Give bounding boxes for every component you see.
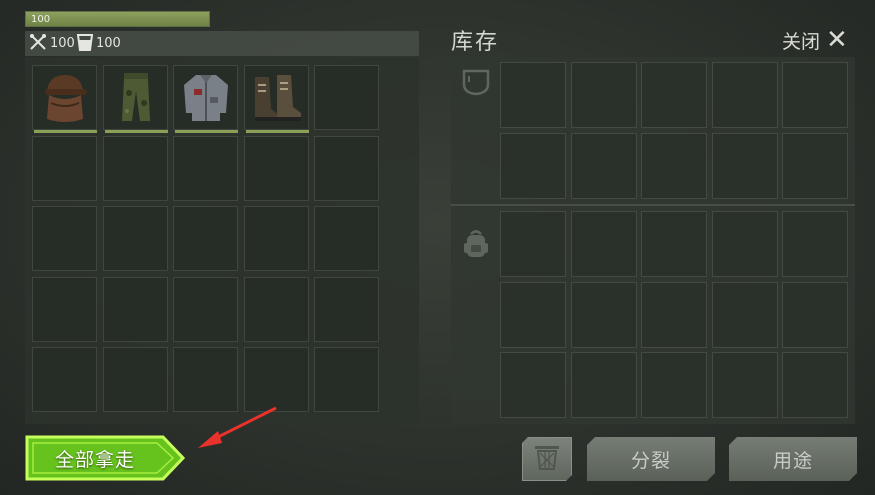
- pocket-slot[interactable]: [782, 62, 848, 128]
- loot-slot-empty[interactable]: [102, 135, 168, 201]
- backpack-slot[interactable]: [570, 211, 637, 277]
- health-value: 100: [31, 14, 51, 25]
- fork-knife-icon: [29, 33, 50, 55]
- durability-bar: [34, 130, 97, 133]
- food-stat: 100: [29, 31, 75, 56]
- pocket-slot[interactable]: [641, 62, 707, 128]
- inventory-divider: [451, 204, 855, 206]
- backpack-slot[interactable]: [782, 281, 848, 348]
- pocket-slot[interactable]: [500, 62, 566, 128]
- pants-icon: [108, 69, 164, 129]
- backpack-slot[interactable]: [641, 352, 707, 418]
- close-button[interactable]: 关闭 ✕: [782, 27, 848, 53]
- backpack-slot[interactable]: [711, 352, 778, 418]
- loot-slot-empty[interactable]: [102, 276, 168, 342]
- loot-slot-empty[interactable]: [32, 276, 97, 342]
- stats-row: 100 100: [25, 31, 419, 56]
- loot-slot-empty[interactable]: [243, 347, 309, 412]
- backpack-slot[interactable]: [711, 211, 778, 277]
- backpack-icon: [461, 229, 491, 265]
- inventory-title: 库存: [451, 30, 500, 55]
- trash-button[interactable]: [522, 437, 572, 481]
- backpack-slot[interactable]: [570, 281, 637, 348]
- backpack-slot[interactable]: [641, 281, 707, 348]
- loot-slot-empty[interactable]: [173, 347, 238, 412]
- cup-icon: [76, 33, 96, 55]
- use-button[interactable]: 用途: [729, 437, 857, 481]
- hat-scarf-icon: [37, 69, 93, 129]
- loot-slot-empty[interactable]: [173, 135, 238, 201]
- backpack-slot[interactable]: [711, 281, 778, 348]
- pointer-arrow-icon: [198, 406, 277, 448]
- loot-slot-empty[interactable]: [314, 276, 379, 342]
- loot-slot-empty[interactable]: [32, 135, 97, 201]
- use-label: 用途: [772, 449, 813, 472]
- backpack-slot[interactable]: [500, 352, 566, 418]
- durability-bar: [245, 130, 309, 133]
- loot-slot-empty[interactable]: [243, 135, 309, 201]
- pocket-slot[interactable]: [711, 132, 778, 199]
- durability-bar: [175, 130, 238, 133]
- loot-item-boots[interactable]: [243, 65, 309, 133]
- durability-bar: [104, 130, 168, 133]
- close-label: 关闭: [782, 30, 821, 53]
- backpack-slot[interactable]: [500, 281, 566, 348]
- loot-item-jacket[interactable]: [173, 65, 238, 133]
- loot-slot-empty[interactable]: [243, 206, 309, 271]
- loot-slot-empty[interactable]: [243, 276, 309, 342]
- loot-slot-empty[interactable]: [314, 347, 379, 412]
- split-label: 分裂: [630, 449, 671, 472]
- loot-slot-empty[interactable]: [173, 276, 238, 342]
- health-bar: 100: [25, 11, 210, 27]
- pocket-slot[interactable]: [782, 132, 848, 199]
- loot-slot-empty[interactable]: [173, 206, 238, 271]
- loot-slot-empty[interactable]: [32, 347, 97, 412]
- water-value: 100: [96, 36, 121, 51]
- loot-slot-empty[interactable]: [314, 206, 379, 271]
- backpack-slot[interactable]: [641, 211, 707, 277]
- backpack-slot[interactable]: [500, 211, 566, 277]
- inventory-panel: [451, 57, 855, 424]
- take-all-button[interactable]: 全部拿走: [25, 435, 185, 481]
- split-button[interactable]: 分裂: [587, 437, 715, 481]
- pocket-slot[interactable]: [641, 132, 707, 199]
- loot-panel: [25, 57, 419, 424]
- loot-slot-empty[interactable]: [102, 347, 168, 412]
- close-icon: ✕: [826, 25, 848, 55]
- boots-icon: [249, 69, 305, 129]
- health-bar-fill: [26, 12, 209, 26]
- loot-item-camo-pants[interactable]: [102, 65, 168, 133]
- loot-item-hat-with-scarf[interactable]: [32, 65, 97, 133]
- pocket-slot[interactable]: [570, 62, 637, 128]
- loot-slot-empty[interactable]: [314, 135, 379, 201]
- pocket-slot[interactable]: [711, 62, 778, 128]
- trash-icon: [534, 443, 560, 475]
- jacket-icon: [178, 69, 234, 129]
- pocket-icon: [461, 67, 491, 101]
- take-all-label: 全部拿走: [54, 448, 135, 471]
- loot-slot-empty[interactable]: [314, 65, 379, 130]
- backpack-slot[interactable]: [782, 352, 848, 418]
- water-stat: 100: [76, 31, 121, 56]
- loot-slot-empty[interactable]: [32, 206, 97, 271]
- pocket-slot[interactable]: [500, 132, 566, 199]
- pocket-slot[interactable]: [570, 132, 637, 199]
- food-value: 100: [50, 36, 75, 51]
- loot-slot-empty[interactable]: [102, 206, 168, 271]
- backpack-slot[interactable]: [570, 352, 637, 418]
- backpack-slot[interactable]: [782, 211, 848, 277]
